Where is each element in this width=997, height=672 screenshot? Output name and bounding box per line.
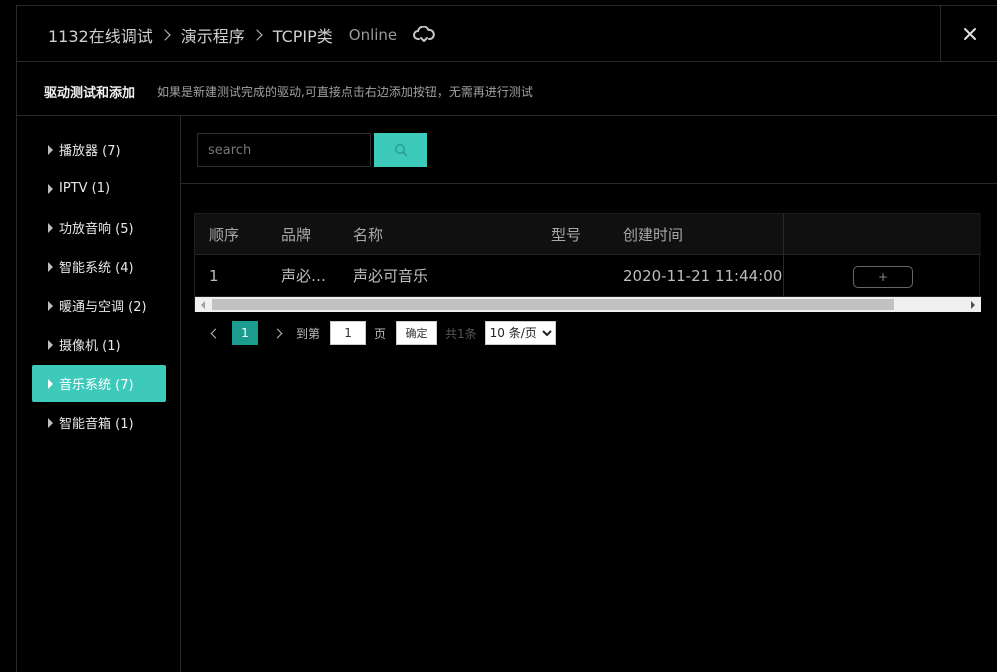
breadcrumb-item-category: TCPIP类 (272, 27, 333, 46)
column-divider (783, 214, 784, 297)
sidebar-item-label: 智能系统 (4) (59, 261, 134, 276)
search-icon (394, 144, 407, 157)
chevron-right-icon (159, 29, 171, 41)
caret-right-icon (48, 144, 53, 155)
sidebar-item-camera[interactable]: 摄像机 (1) (32, 326, 166, 363)
goto-confirm-button[interactable]: 确定 (396, 321, 438, 345)
column-header-name: 名称 (353, 225, 384, 244)
column-header-brand: 品牌 (281, 225, 312, 244)
sidebar-item-label: 音乐系统 (7) (59, 378, 134, 393)
column-header-order: 顺序 (209, 225, 240, 244)
cell-brand: 声必… (281, 267, 327, 285)
sidebar-item-label: IPTV (1) (59, 181, 111, 196)
main-content: 顺序 品牌 名称 型号 创建时间 1 声必… 声必可音乐 2020-11-21 … (181, 116, 997, 672)
driver-dialog: 1132在线调试 演示程序 TCPIP类 Online 驱动测试和添加 如果是新… (16, 5, 997, 672)
next-page-button[interactable] (272, 321, 282, 345)
category-sidebar: 播放器 (7) IPTV (1) 功放音响 (5) 智能系统 (4) 暖通与空调… (17, 116, 181, 672)
table-header: 顺序 品牌 名称 型号 创建时间 (195, 214, 981, 255)
caret-right-icon (48, 339, 53, 350)
goto-label: 到第 (296, 326, 321, 341)
sidebar-item-smart-system[interactable]: 智能系统 (4) (32, 248, 166, 285)
breadcrumb: 1132在线调试 演示程序 TCPIP类 Online (48, 23, 435, 47)
page-number-current[interactable]: 1 (232, 321, 258, 345)
sidebar-item-amplifier[interactable]: 功放音响 (5) (32, 209, 166, 246)
close-button[interactable] (940, 6, 997, 62)
cloud-sync-icon[interactable] (413, 25, 435, 44)
breadcrumb-item-device[interactable]: 1132在线调试 (48, 23, 153, 47)
section-title: 驱动测试和添加 (44, 86, 136, 101)
scrollbar-thumb[interactable] (212, 299, 894, 310)
caret-right-icon (48, 300, 53, 311)
search-button[interactable] (374, 133, 427, 167)
pagination: 1 到第 页 确定 共1条 10 条/页 (210, 321, 556, 345)
driver-table: 顺序 品牌 名称 型号 创建时间 1 声必… 声必可音乐 2020-11-21 … (194, 213, 981, 312)
scroll-right-icon[interactable] (971, 301, 975, 309)
sidebar-item-music-system[interactable]: 音乐系统 (7) (32, 365, 166, 402)
caret-right-icon (48, 261, 53, 272)
column-header-model: 型号 (551, 225, 582, 244)
prev-page-button[interactable] (210, 321, 220, 345)
search-toolbar (181, 116, 997, 184)
cell-name: 声必可音乐 (353, 267, 429, 285)
close-icon (963, 28, 976, 40)
sidebar-item-iptv[interactable]: IPTV (1) (32, 170, 166, 207)
scroll-left-icon[interactable] (201, 301, 205, 309)
page-size-select[interactable]: 10 条/页 (484, 321, 556, 345)
column-header-created: 创建时间 (623, 225, 684, 244)
cell-order: 1 (209, 266, 219, 285)
chevron-right-icon (272, 328, 282, 338)
section-description: 如果是新建测试完成的驱动,可直接点击右边添加按钮，无需再进行测试 (157, 85, 533, 99)
sidebar-item-label: 播放器 (7) (59, 144, 121, 159)
chevron-left-icon (210, 328, 220, 338)
caret-right-icon (48, 183, 53, 194)
sidebar-item-player[interactable]: 播放器 (7) (32, 131, 166, 168)
caret-right-icon (48, 378, 53, 389)
goto-page-input[interactable] (330, 321, 367, 345)
add-driver-button[interactable]: + (853, 266, 913, 288)
caret-right-icon (48, 222, 53, 233)
cell-created: 2020-11-21 11:44:00 (623, 266, 783, 285)
sidebar-item-label: 暖通与空调 (2) (59, 300, 147, 315)
table-row[interactable]: 1 声必… 声必可音乐 2020-11-21 11:44:00 + (195, 255, 981, 297)
dialog-header: 1132在线调试 演示程序 TCPIP类 Online (17, 6, 997, 62)
page-unit-label: 页 (374, 326, 387, 341)
search-input[interactable] (197, 133, 371, 167)
sidebar-item-hvac[interactable]: 暖通与空调 (2) (32, 287, 166, 324)
chevron-right-icon (251, 29, 263, 41)
sidebar-item-label: 功放音响 (5) (59, 222, 134, 237)
total-count: 共1条 (445, 326, 477, 341)
breadcrumb-item-program[interactable]: 演示程序 (181, 23, 245, 47)
horizontal-scrollbar[interactable] (195, 297, 981, 312)
sidebar-item-label: 智能音箱 (1) (59, 417, 134, 432)
connection-status: Online (348, 26, 398, 44)
sidebar-item-label: 摄像机 (1) (59, 339, 121, 354)
sidebar-item-smart-speaker[interactable]: 智能音箱 (1) (32, 404, 166, 441)
caret-right-icon (48, 417, 53, 428)
section-header: 驱动测试和添加 如果是新建测试完成的驱动,可直接点击右边添加按钮，无需再进行测试 (17, 62, 997, 116)
